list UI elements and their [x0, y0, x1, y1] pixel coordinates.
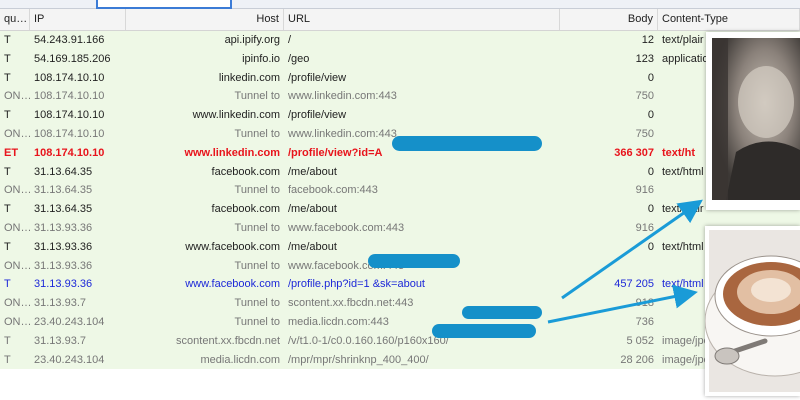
annotation-arrows	[547, 199, 703, 324]
arrow-to-coffee	[547, 284, 698, 324]
arrow-to-portrait	[561, 199, 703, 300]
